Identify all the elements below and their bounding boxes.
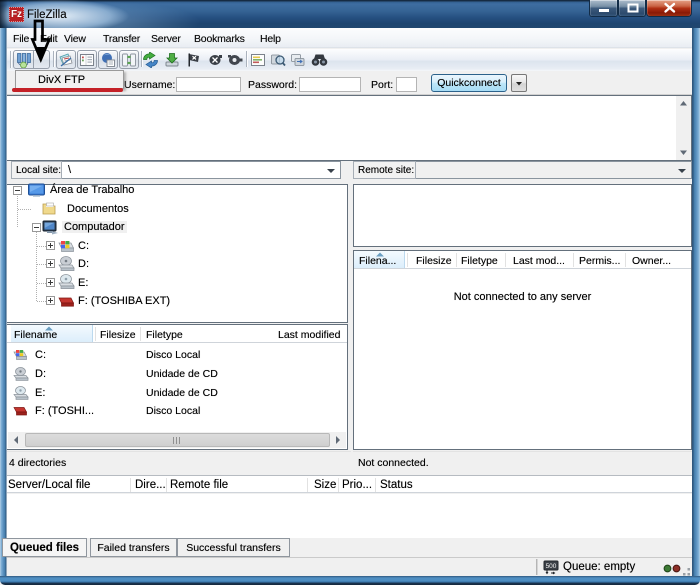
svg-text:500: 500 [546, 563, 557, 570]
